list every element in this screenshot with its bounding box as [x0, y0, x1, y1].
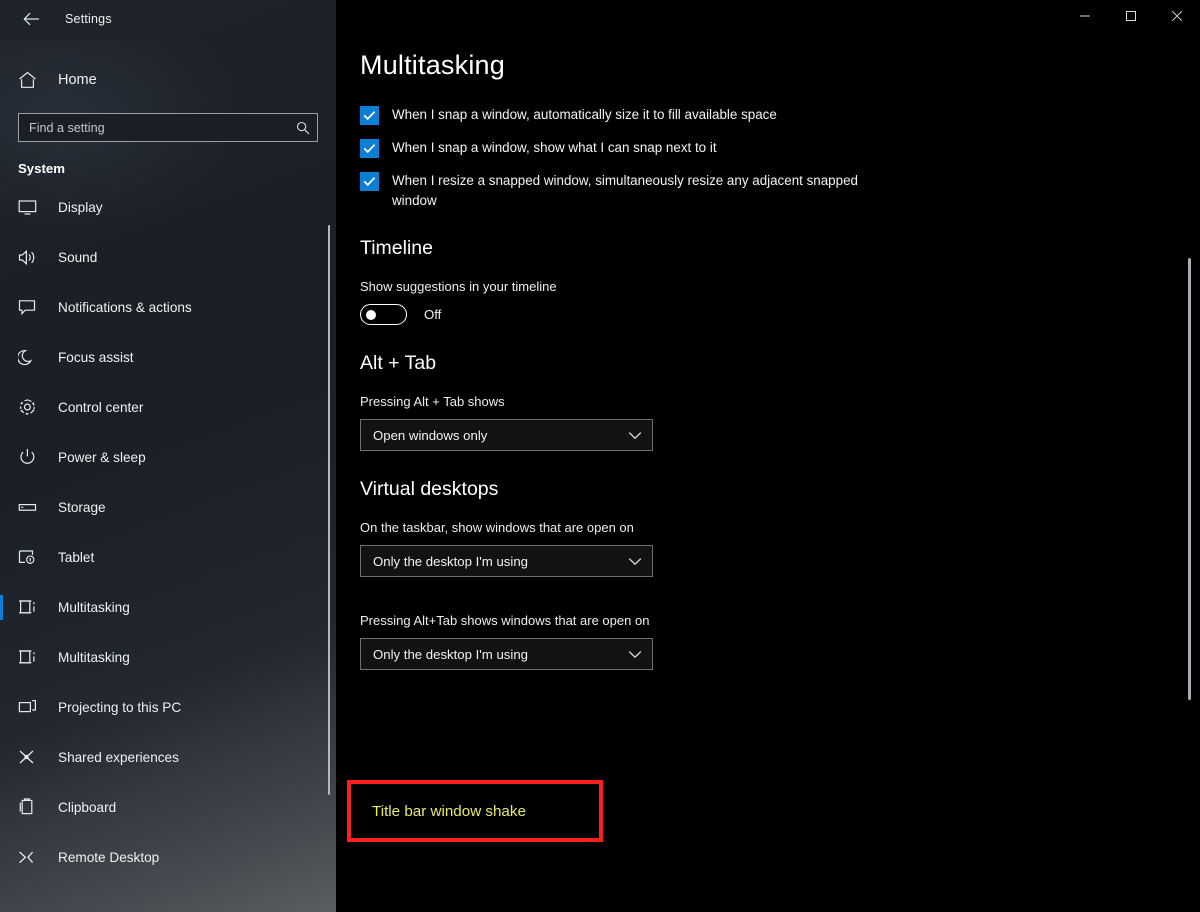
virtual-desktops-alttab-dropdown[interactable]: Only the desktop I'm using [360, 638, 653, 670]
minimize-icon[interactable] [1062, 0, 1108, 32]
section-title-timeline: Timeline [360, 237, 433, 259]
monitor-icon [18, 196, 44, 218]
chevron-down-icon[interactable] [628, 650, 642, 659]
timeline-toggle-row: Off [360, 304, 1200, 325]
close-icon[interactable] [1154, 0, 1200, 32]
remote-desktop-icon [18, 846, 44, 868]
notification-icon [18, 296, 44, 318]
window-title: Settings [65, 12, 112, 26]
back-arrow-icon[interactable] [14, 4, 48, 34]
sidebar-item-clipboard[interactable]: Clipboard [0, 782, 336, 832]
main-scrollbar-thumb[interactable] [1188, 258, 1191, 700]
speaker-icon [18, 246, 44, 268]
share-icon [18, 746, 44, 768]
sidebar-nav-list: Display Sound Notifications & actions Fo… [0, 182, 336, 892]
power-icon [18, 446, 44, 468]
moon-icon [18, 346, 44, 368]
gear-icon [18, 396, 44, 418]
sidebar-item-label: Focus assist [58, 349, 134, 365]
multitasking-icon [18, 646, 44, 668]
sidebar-item-label: Shared experiences [58, 749, 179, 765]
sidebar-item-label: Control center [58, 399, 144, 415]
sidebar-titlebar: Settings [0, 0, 336, 38]
sidebar-item-label: Multitasking [58, 599, 130, 615]
alt-tab-field-label: Pressing Alt + Tab shows [360, 394, 505, 409]
sidebar-item-sound[interactable]: Sound [0, 232, 336, 282]
virtual-desktops-taskbar-label: On the taskbar, show windows that are op… [360, 520, 634, 535]
maximize-icon[interactable] [1108, 0, 1154, 32]
dropdown-value: Open windows only [373, 427, 488, 443]
sidebar-item-label: Display [58, 199, 103, 215]
sidebar-item-label: Clipboard [58, 799, 117, 815]
page-title: Multitasking [360, 50, 505, 80]
sidebar-item-shared-experiences[interactable]: Shared experiences [0, 732, 336, 782]
title-bar-window-shake-highlight: Title bar window shake [347, 780, 603, 842]
sidebar-item-projecting[interactable]: Projecting to this PC [0, 682, 336, 732]
chevron-down-icon[interactable] [628, 557, 642, 566]
sidebar-item-label: Remote Desktop [58, 849, 160, 865]
sidebar-item-multitasking[interactable]: Multitasking [0, 582, 336, 632]
sidebar-item-label: Projecting to this PC [58, 699, 182, 715]
timeline-suggestions-toggle[interactable] [360, 304, 407, 325]
checkbox-checked-icon[interactable] [360, 139, 379, 158]
sidebar-item-tablet[interactable]: Tablet [0, 532, 336, 582]
settings-window: Settings Home System [0, 0, 1200, 912]
sidebar-item-multitasking-2[interactable]: Multitasking [0, 632, 336, 682]
main-content: Multitasking When I snap a window, autom… [336, 0, 1200, 912]
checkbox-label: When I snap a window, show what I can sn… [392, 140, 717, 155]
sidebar-item-remote-desktop[interactable]: Remote Desktop [0, 832, 336, 882]
sidebar-item-label: Notifications & actions [58, 299, 192, 315]
home-icon [18, 69, 44, 91]
storage-icon [18, 496, 44, 518]
checkbox-checked-icon[interactable] [360, 172, 379, 191]
sidebar-item-control-center[interactable]: Control center [0, 382, 336, 432]
sidebar-item-label: Power & sleep [58, 449, 146, 465]
sidebar-item-label: Storage [58, 499, 106, 515]
sidebar-item-label: Tablet [58, 549, 95, 565]
section-title-virtual-desktops: Virtual desktops [360, 478, 499, 500]
checkbox-label: When I snap a window, automatically size… [392, 107, 777, 122]
sidebar-item-storage[interactable]: Storage [0, 482, 336, 532]
snap-checkbox-show-snap-next[interactable]: When I snap a window, show what I can sn… [360, 138, 1200, 158]
selection-indicator [0, 595, 3, 620]
search-icon[interactable] [296, 121, 310, 135]
checkbox-checked-icon[interactable] [360, 106, 379, 125]
chevron-down-icon[interactable] [628, 431, 642, 440]
tablet-icon [18, 546, 44, 568]
snap-checkbox-resize-adjacent[interactable]: When I resize a snapped window, simultan… [360, 171, 1200, 210]
section-title-title-bar-window-shake: Title bar window shake [372, 802, 526, 820]
virtual-desktops-taskbar-dropdown[interactable]: Only the desktop I'm using [360, 545, 653, 577]
timeline-toggle-label: Show suggestions in your timeline [360, 279, 557, 294]
sidebar-item-label: Multitasking [58, 649, 130, 665]
sidebar: Settings Home System [0, 0, 336, 912]
dropdown-value: Only the desktop I'm using [373, 646, 528, 662]
dropdown-value: Only the desktop I'm using [373, 553, 528, 569]
project-screen-icon [18, 696, 44, 718]
settings-content: Multitasking When I snap a window, autom… [336, 0, 1200, 670]
snap-checkbox-fill-space[interactable]: When I snap a window, automatically size… [360, 105, 1200, 125]
sidebar-item-display[interactable]: Display [0, 182, 336, 232]
search-box[interactable] [18, 113, 318, 142]
virtual-desktops-alttab-label: Pressing Alt+Tab shows windows that are … [360, 613, 650, 628]
sidebar-item-power-sleep[interactable]: Power & sleep [0, 432, 336, 482]
checkbox-label: When I resize a snapped window, simultan… [392, 173, 858, 208]
sidebar-home-label: Home [58, 72, 97, 88]
multitasking-icon [18, 596, 44, 618]
sidebar-group-header: System [18, 161, 65, 176]
clipboard-icon [18, 796, 44, 818]
toggle-knob [366, 309, 376, 320]
search-input[interactable] [29, 120, 296, 135]
sidebar-scrollbar-thumb[interactable] [328, 225, 330, 795]
sidebar-item-home[interactable]: Home [0, 60, 336, 100]
sidebar-item-notifications[interactable]: Notifications & actions [0, 282, 336, 332]
section-title-alt-tab: Alt + Tab [360, 352, 437, 374]
alt-tab-dropdown[interactable]: Open windows only [360, 419, 653, 451]
sidebar-item-focus-assist[interactable]: Focus assist [0, 332, 336, 382]
sidebar-item-label: Sound [58, 249, 98, 265]
timeline-toggle-state: Off [424, 307, 442, 322]
window-controls [1062, 0, 1200, 32]
